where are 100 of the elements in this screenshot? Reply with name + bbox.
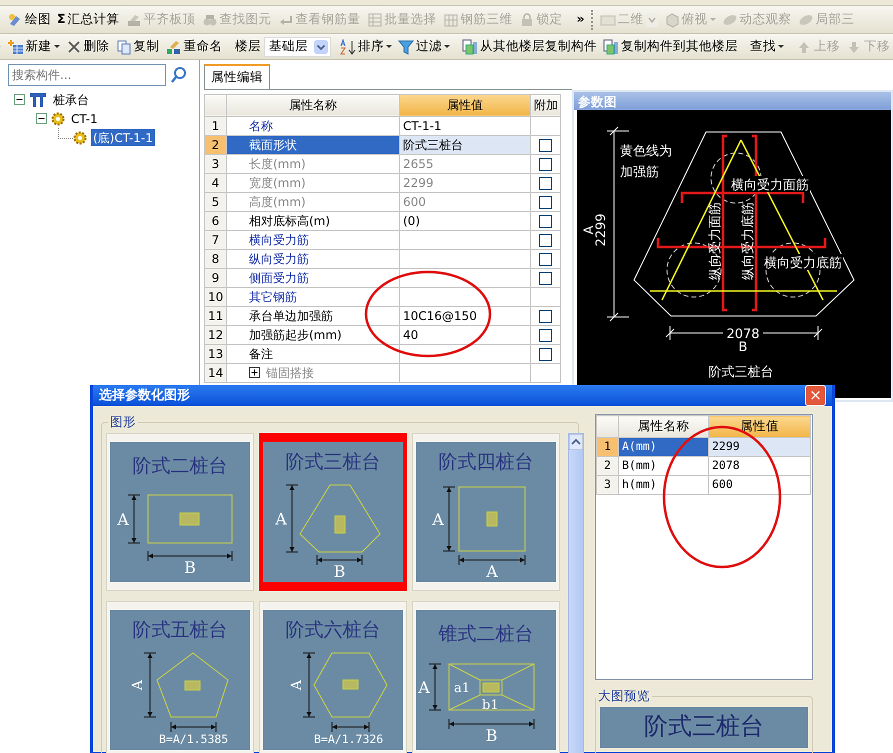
checkbox[interactable] xyxy=(539,196,552,209)
tree-line xyxy=(58,128,73,139)
property-name: 加强筋起步(mm) xyxy=(226,325,400,344)
table-row[interactable]: 8 纵向受力筋 xyxy=(204,249,560,268)
checkbox[interactable] xyxy=(539,252,552,266)
gear-icon xyxy=(73,130,87,144)
toolbar-button[interactable]: 删除 xyxy=(62,36,113,57)
column-header: 属性值 xyxy=(400,94,530,116)
collapse-icon[interactable] xyxy=(36,113,47,124)
table-row[interactable]: 6 相对底标高(m) (0) xyxy=(204,211,560,230)
column-header: 属性值 xyxy=(708,416,810,438)
rebar-label: 纵向受力底筋 xyxy=(741,202,756,280)
checkbox[interactable] xyxy=(539,348,552,361)
caret-icon xyxy=(710,18,716,21)
table-row[interactable]: 2 截面形状 阶式三桩台 xyxy=(204,135,560,154)
table-row[interactable]: 2 B(mm) 2078 xyxy=(596,456,810,476)
search-field[interactable]: 搜索构件... xyxy=(8,64,166,86)
table-row[interactable]: 7 横向受力筋 xyxy=(204,230,560,250)
shape-tile[interactable]: 锥式二桩台 A B a1 b1 xyxy=(412,600,560,753)
toolbar-button[interactable]: 过滤 xyxy=(394,36,453,57)
table-row[interactable]: 3 h(mm) 600 xyxy=(596,476,810,494)
table-row[interactable]: 3 长度(mm) 2655 xyxy=(204,154,560,174)
toolbar-button[interactable]: 排序 xyxy=(336,36,395,57)
table-row[interactable]: 4 宽度(mm) 2299 xyxy=(204,173,560,192)
property-value: 2299 xyxy=(400,173,530,192)
dimension-line xyxy=(144,652,156,717)
tree-item[interactable]: 桩承台 xyxy=(51,91,91,108)
row-number: 3 xyxy=(596,476,618,494)
property-name: 承台单边加强筋 xyxy=(226,306,400,326)
toolbar-button[interactable]: 新建 xyxy=(4,36,63,57)
tree-item[interactable]: (底)CT-1-1 xyxy=(91,129,155,146)
dimension-line xyxy=(286,484,298,552)
table-row[interactable]: 11 承台单边加强筋 10C16@150 xyxy=(204,306,560,326)
row-number: 4 xyxy=(204,173,226,192)
checkbox[interactable] xyxy=(539,310,552,323)
shape-tile[interactable]: 阶式二桩台 A B xyxy=(106,433,254,591)
dimension-line xyxy=(170,721,216,732)
row-number: 12 xyxy=(204,325,226,344)
checkbox[interactable] xyxy=(539,214,552,228)
row-number: 10 xyxy=(204,287,226,306)
documents-icon xyxy=(602,38,619,54)
toolbar-button[interactable]: 绘图 xyxy=(4,9,54,30)
collapse-icon[interactable] xyxy=(14,94,25,105)
property-value: CT-1-1 xyxy=(400,116,530,136)
scroll-up-icon[interactable] xyxy=(569,434,583,450)
overflow-button[interactable]: » xyxy=(574,9,588,30)
checkbox[interactable] xyxy=(539,138,552,152)
dimension-label: b1 xyxy=(482,698,499,712)
close-button[interactable]: × xyxy=(805,385,826,406)
copy-icon xyxy=(116,38,132,54)
tile-title: 阶式六桩台 xyxy=(286,618,380,640)
preview-title: 阶式三桩台 xyxy=(600,707,808,748)
checkbox[interactable] xyxy=(539,234,552,247)
property-value: 2299 xyxy=(708,438,810,456)
floor-select[interactable]: 基础层 xyxy=(264,36,331,56)
shape-tile[interactable]: 阶式四桩台 A A xyxy=(412,433,560,591)
property-name: 相对底标高(m) xyxy=(226,211,400,230)
dimension-line xyxy=(316,554,362,566)
toolbar-button[interactable]: 查找 xyxy=(746,36,787,57)
toolbar-button[interactable]: 从其他楼层复制构件 xyxy=(458,36,600,57)
property-name: 长度(mm) xyxy=(226,154,400,174)
tab[interactable]: 属性编辑 xyxy=(204,64,270,89)
sort-icon xyxy=(340,38,356,54)
rebar-label: 横向受力面筋 xyxy=(731,178,809,193)
toolbar-button[interactable]: 复制构件到其他楼层 xyxy=(600,36,741,57)
floor-label: 楼层 xyxy=(234,37,262,56)
table-row[interactable]: 14 锚固搭接 xyxy=(204,363,560,382)
table-row[interactable]: 1 名称 CT-1-1 xyxy=(204,116,560,136)
property-name: 横向受力筋 xyxy=(226,230,400,250)
checkbox[interactable] xyxy=(539,158,552,171)
table-row[interactable]: 12 加强筋起步(mm) 40 xyxy=(204,325,560,344)
table-row[interactable]: 1 A(mm) 2299 xyxy=(596,438,810,456)
toolbar-button[interactable]: Σ 汇总计算 xyxy=(54,9,123,30)
property-value: 阶式三桩台 xyxy=(400,135,530,154)
dimension-value: 2299 xyxy=(594,213,609,247)
shape-tile[interactable]: 阶式三桩台 A B xyxy=(259,433,407,591)
property-name: 宽度(mm) xyxy=(226,173,400,192)
property-name: 纵向受力筋 xyxy=(226,249,400,268)
table-row[interactable]: 10 其它钢筋 xyxy=(204,287,560,306)
toolbar-button[interactable]: 重命名 xyxy=(162,36,226,57)
checkbox[interactable] xyxy=(539,272,552,285)
checkbox[interactable] xyxy=(539,328,552,342)
shape-tile[interactable]: 阶式六桩台 A B=A/1.7326 xyxy=(259,600,407,753)
table-row[interactable]: 13 备注 xyxy=(204,344,560,364)
search-icon[interactable] xyxy=(170,66,188,84)
dimension-value: 2078 xyxy=(726,327,760,342)
shape-tile[interactable]: 阶式五桩台 A B=A/1.5385 xyxy=(106,600,254,753)
property-value: (0) xyxy=(400,211,530,230)
scrollbar[interactable] xyxy=(568,433,584,753)
caret-icon xyxy=(778,45,784,48)
tree-item[interactable]: CT-1 xyxy=(69,110,100,127)
row-number: 13 xyxy=(204,344,226,364)
table-row[interactable]: 5 高度(mm) 600 xyxy=(204,192,560,212)
table-row[interactable]: 9 侧面受力筋 xyxy=(204,268,560,288)
checkbox[interactable] xyxy=(539,176,552,190)
shape-drawing xyxy=(458,486,526,552)
row-number: 2 xyxy=(204,135,226,154)
toolbar-button[interactable]: 复制 xyxy=(112,36,163,57)
column-header: 属性名称 xyxy=(226,94,400,116)
row-number: 11 xyxy=(204,306,226,326)
